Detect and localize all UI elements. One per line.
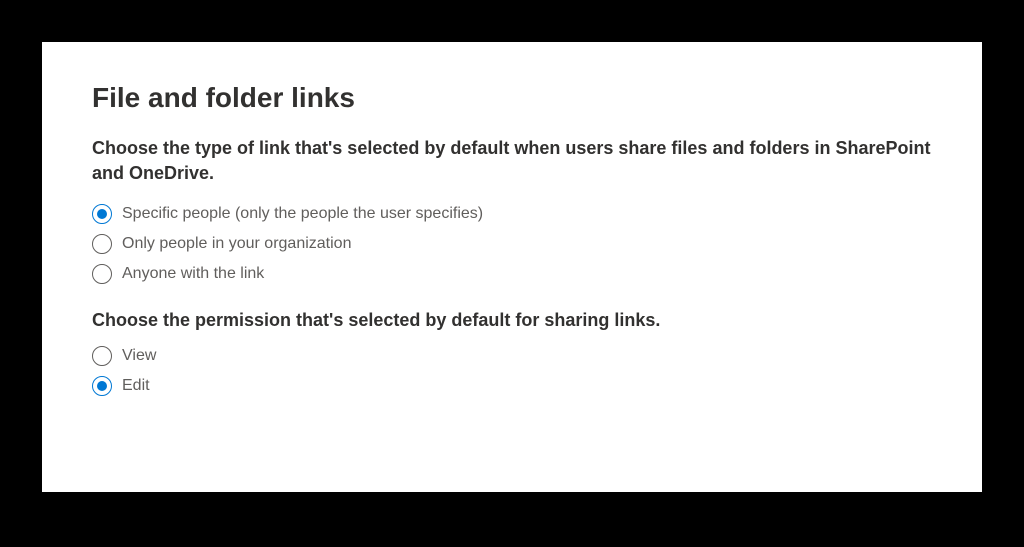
page-title: File and folder links	[92, 82, 932, 114]
radio-icon	[92, 264, 112, 284]
radio-label: Anyone with the link	[122, 265, 264, 283]
radio-icon	[92, 234, 112, 254]
radio-label: View	[122, 347, 156, 365]
link-type-description: Choose the type of link that's selected …	[92, 136, 932, 186]
radio-view[interactable]: View	[92, 346, 932, 366]
radio-icon	[92, 376, 112, 396]
settings-panel: File and folder links Choose the type of…	[42, 42, 982, 492]
radio-only-org[interactable]: Only people in your organization	[92, 234, 932, 254]
permission-description: Choose the permission that's selected by…	[92, 308, 932, 333]
permission-radio-group: View Edit	[92, 346, 932, 396]
radio-label: Edit	[122, 377, 150, 395]
radio-icon	[92, 346, 112, 366]
radio-edit[interactable]: Edit	[92, 376, 932, 396]
link-type-radio-group: Specific people (only the people the use…	[92, 204, 932, 284]
radio-label: Specific people (only the people the use…	[122, 205, 483, 223]
radio-icon	[92, 204, 112, 224]
radio-label: Only people in your organization	[122, 235, 351, 253]
radio-specific-people[interactable]: Specific people (only the people the use…	[92, 204, 932, 224]
radio-anyone[interactable]: Anyone with the link	[92, 264, 932, 284]
